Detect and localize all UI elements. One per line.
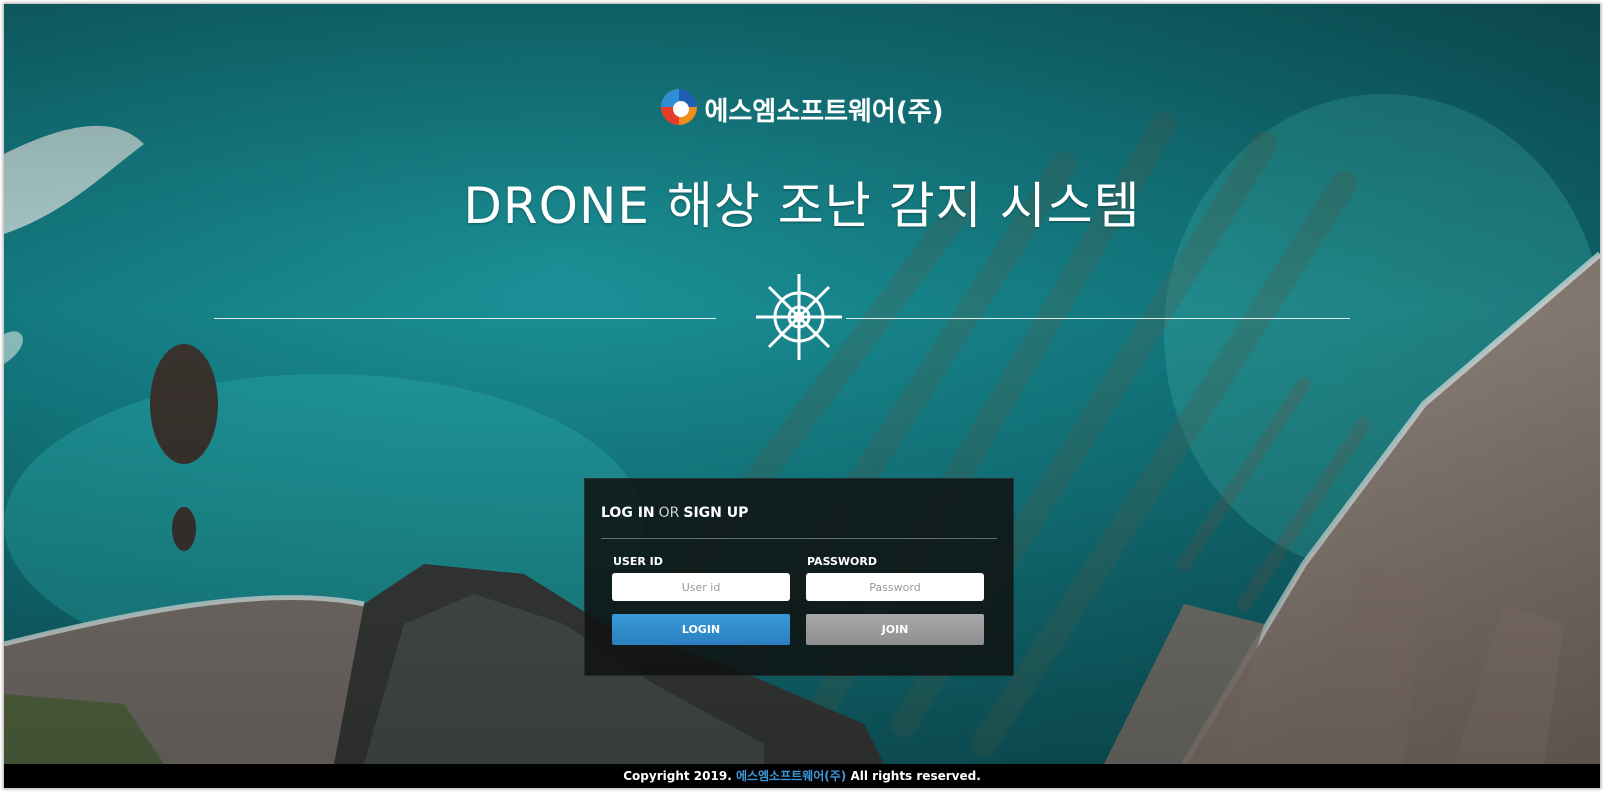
- footer: Copyright 2019. 에스엠소프트웨어(주) All rights r…: [4, 764, 1600, 788]
- password-input[interactable]: [806, 573, 984, 601]
- userid-input[interactable]: [612, 573, 790, 601]
- login-heading: LOG IN OR SIGN UP: [601, 505, 748, 521]
- footer-rights: All rights reserved.: [850, 769, 981, 783]
- login-separator: [601, 538, 997, 539]
- heading-or: OR: [658, 505, 680, 521]
- page-title: DRONE 해상 조난 감지 시스템: [463, 177, 1141, 235]
- divider-left: [214, 318, 716, 319]
- heading-signup: SIGN UP: [683, 505, 749, 521]
- browser-viewport: 에스엠소프트웨어(주) DRONE 해상 조난 감지 시스템 LOG IN OR S…: [4, 4, 1600, 788]
- join-button[interactable]: JOIN: [806, 614, 984, 645]
- brand-header: 에스엠소프트웨어(주): [4, 88, 1600, 130]
- footer-copyright-prefix: Copyright 2019.: [623, 769, 732, 783]
- userid-label: USER ID: [613, 555, 663, 568]
- login-button[interactable]: LOGIN: [612, 614, 790, 645]
- divider-right: [846, 318, 1350, 319]
- footer-company: 에스엠소프트웨어(주): [735, 769, 847, 783]
- company-logo-icon: [660, 88, 698, 130]
- company-name: 에스엠소프트웨어(주): [704, 96, 944, 127]
- login-panel: LOG INORSIGN UP USER ID PASSWORD LOGIN J…: [584, 478, 1014, 676]
- password-label: PASSWORD: [807, 555, 878, 568]
- ship-wheel-icon: [754, 272, 844, 366]
- heading-login: LOG IN: [601, 505, 655, 521]
